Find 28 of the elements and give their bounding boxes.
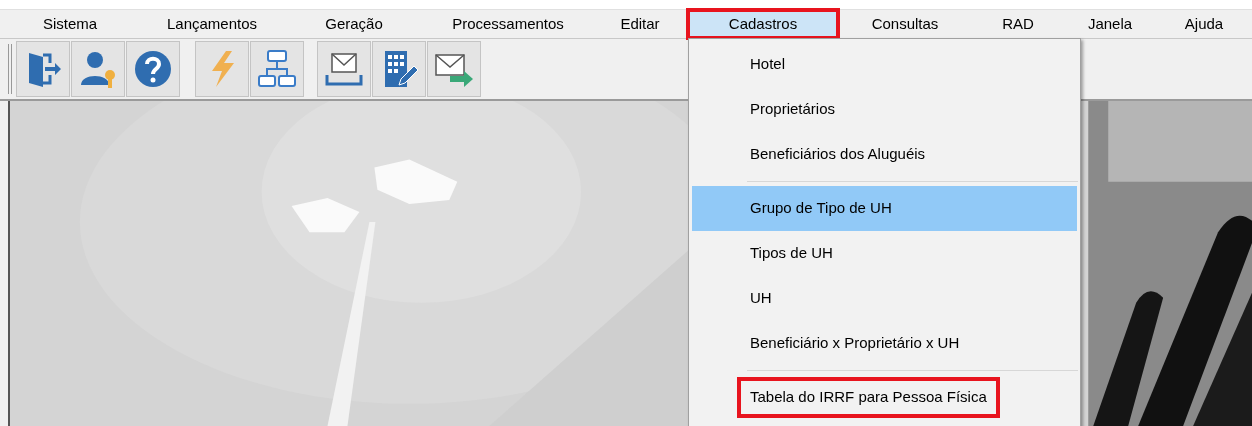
toolbar-button[interactable]: [126, 41, 180, 97]
menu-item[interactable]: Cadastros: [688, 10, 838, 38]
toolbar-button[interactable]: [16, 41, 70, 97]
menu-item[interactable]: Consultas: [838, 10, 972, 38]
menu-option[interactable]: Beneficiário x Proprietário x UH: [692, 321, 1077, 366]
menu-option[interactable]: Tabela do IRRF para Pessoa Física: [692, 375, 1077, 420]
toolbar-button[interactable]: [427, 41, 481, 97]
toolbar-button[interactable]: [372, 41, 426, 97]
menu-option[interactable]: UH: [692, 276, 1077, 321]
menu-option[interactable]: Tipos de UH: [692, 231, 1077, 276]
menu-option[interactable]: Proprietários: [692, 87, 1077, 132]
menu-item[interactable]: Lançamentos: [140, 10, 284, 38]
menu-item[interactable]: Sistema: [0, 10, 140, 38]
menu-item[interactable]: Ajuda: [1156, 10, 1252, 38]
hierarchy-icon: [257, 49, 297, 89]
menu-item[interactable]: Processamentos: [424, 10, 592, 38]
menu-item[interactable]: Editar: [592, 10, 688, 38]
menu-option[interactable]: Beneficiários dos Aluguéis: [692, 132, 1077, 177]
menu-item[interactable]: Geração: [284, 10, 424, 38]
help-icon: [133, 49, 173, 89]
toolbar-button[interactable]: [250, 41, 304, 97]
toolbar-button[interactable]: [317, 41, 371, 97]
menu-option[interactable]: Grupo de Tipo de UH: [692, 186, 1077, 231]
menu-option[interactable]: Hotel: [692, 42, 1077, 87]
toolbar-button[interactable]: [71, 41, 125, 97]
menu-item[interactable]: RAD: [972, 10, 1064, 38]
menu-item[interactable]: Janela: [1064, 10, 1156, 38]
user-key-icon: [78, 49, 118, 89]
